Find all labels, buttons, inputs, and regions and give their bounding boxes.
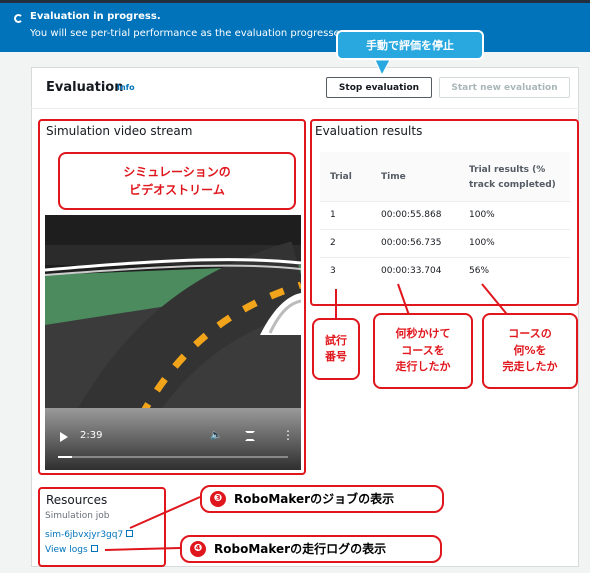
time-callout-line: 走行したか <box>395 360 451 374</box>
note-number-3: ❸ <box>210 490 226 507</box>
result-callout-line: コースの <box>508 327 552 341</box>
result-callout-line: 何%を <box>513 343 547 357</box>
time-callout-line: コースを <box>401 343 445 357</box>
time-callout-line: 何秒かけて <box>395 327 451 341</box>
trial-callout-line: 番号 <box>325 350 347 363</box>
result-callout: コースの 何%を 完走したか <box>482 313 578 389</box>
logs-note-text: RoboMakerの走行ログの表示 <box>214 542 387 556</box>
stop-evaluation-callout: 手動で評価を停止 <box>336 30 484 60</box>
result-callout-line: 完走したか <box>502 360 558 374</box>
job-note-text: RoboMakerのジョブの表示 <box>234 492 395 506</box>
trial-callout-line: 試行 <box>325 333 347 347</box>
video-callout-line: シミュレーションの <box>123 165 231 179</box>
time-callout: 何秒かけて コースを 走行したか <box>373 313 473 389</box>
note-number-4: ❹ <box>190 540 206 557</box>
video-callout-line: ビデオストリーム <box>129 183 225 197</box>
trial-number-callout: 試行 番号 <box>312 318 360 380</box>
video-stream-callout: シミュレーションの ビデオストリーム <box>58 152 296 210</box>
logs-note: ❹ RoboMakerの走行ログの表示 <box>190 540 386 557</box>
job-note: ❸ RoboMakerのジョブの表示 <box>210 490 394 507</box>
